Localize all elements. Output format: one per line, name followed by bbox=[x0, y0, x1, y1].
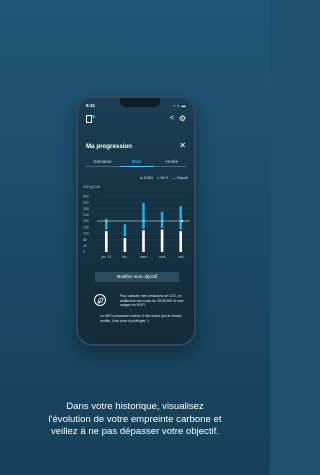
objective-marker bbox=[180, 219, 184, 223]
legend-wifi-label: Wi-Fi bbox=[160, 176, 169, 180]
x-tick-label: fév. bbox=[122, 255, 127, 259]
y-tick-label: 200 bbox=[83, 219, 89, 223]
bar-wifi-1 bbox=[123, 224, 127, 237]
modify-objective-button[interactable]: Modifier mon objectif bbox=[95, 272, 179, 282]
y-tick-label: 80 bbox=[83, 238, 87, 242]
bar-4g-0 bbox=[105, 231, 108, 252]
active-tab-indicator bbox=[120, 166, 154, 167]
tab-annee[interactable]: Année bbox=[155, 159, 188, 164]
caption: Dans votre historique, visualisez l'évol… bbox=[0, 401, 270, 439]
y-tick-label: 360 bbox=[83, 194, 89, 198]
bar-wifi-0 bbox=[105, 218, 108, 230]
caption-line-1: Dans votre historique, visualisez bbox=[66, 401, 204, 412]
x-tick-label: avril bbox=[159, 255, 165, 259]
chart-legend: ●4G/5G ●Wi-Fi —Objectif bbox=[137, 176, 188, 180]
legend-objective-label: Objectif bbox=[176, 176, 189, 180]
notification-dot bbox=[92, 115, 95, 118]
y-axis-label: 400 gCO2e bbox=[83, 185, 100, 189]
y-tick-label: 240 bbox=[83, 213, 89, 217]
tab-semaine[interactable]: Semaine bbox=[86, 159, 119, 164]
status-bar: 9:41 ▪ ≈ ▬ bbox=[86, 98, 186, 111]
legend-4g-marker: ● bbox=[140, 176, 143, 180]
caption-line-3: veillez à ne pas dépasser votre objectif… bbox=[51, 426, 219, 437]
status-icons: ▪ ≈ ▬ bbox=[173, 103, 186, 108]
y-tick-label: 0 bbox=[83, 250, 85, 254]
monthly-emissions-chart: 400 gCO2e 360 320 280 240 200 160 120 80 40 0 jan. … bbox=[83, 185, 190, 259]
x-tick-label: mai bbox=[178, 255, 184, 259]
legend-4g-label: 4G/5G bbox=[143, 176, 154, 180]
y-tick-label: 280 bbox=[83, 207, 89, 211]
info-text-calculation: Pour calculer mes émissions de CO2, on a… bbox=[120, 294, 184, 308]
leaf-icon bbox=[94, 294, 106, 306]
legend-objective-marker: — bbox=[172, 176, 176, 180]
bar-4g-2 bbox=[142, 230, 145, 252]
info-text-wifi: Le WiFi consomme environ 4 fois moins qu… bbox=[100, 314, 182, 323]
bar-wifi-2 bbox=[142, 203, 145, 229]
gear-icon[interactable]: ⚙ bbox=[179, 114, 186, 123]
bar-4g-4 bbox=[179, 231, 182, 252]
bar-wifi-3 bbox=[160, 211, 164, 229]
share-icon[interactable]: < bbox=[170, 115, 174, 123]
status-time: 9:41 bbox=[86, 103, 96, 108]
x-tick-label: jan. 21 bbox=[100, 255, 111, 259]
page-title: Ma progression bbox=[86, 143, 133, 150]
screen-header: Ma progression ✕ bbox=[86, 141, 186, 153]
tab-mois[interactable]: Mois bbox=[120, 159, 153, 164]
app-logo-icon[interactable] bbox=[86, 115, 95, 123]
phone-mockup: 9:41 ▪ ≈ ▬ < ⚙ Ma progression ✕ Semaine … bbox=[76, 96, 196, 346]
phone-screen: 9:41 ▪ ≈ ▬ < ⚙ Ma progression ✕ Semaine … bbox=[78, 98, 194, 344]
top-bar: < ⚙ bbox=[86, 114, 186, 125]
y-tick-label: 320 bbox=[83, 201, 89, 205]
x-tick-label: mars bbox=[140, 255, 148, 259]
y-tick-label: 40 bbox=[83, 244, 87, 248]
y-tick-label: 120 bbox=[83, 232, 89, 236]
legend-wifi-marker: ● bbox=[157, 176, 160, 180]
bar-4g-1 bbox=[123, 238, 127, 252]
close-icon[interactable]: ✕ bbox=[179, 141, 186, 150]
bar-wifi-4 bbox=[179, 206, 182, 230]
bar-4g-3 bbox=[160, 229, 164, 252]
caption-line-2: l'évolution de votre empreinte carbone e… bbox=[48, 413, 222, 425]
y-tick-label: 160 bbox=[83, 225, 89, 229]
period-tabs: Semaine Mois Année bbox=[86, 159, 186, 167]
phone-notch bbox=[120, 98, 160, 107]
